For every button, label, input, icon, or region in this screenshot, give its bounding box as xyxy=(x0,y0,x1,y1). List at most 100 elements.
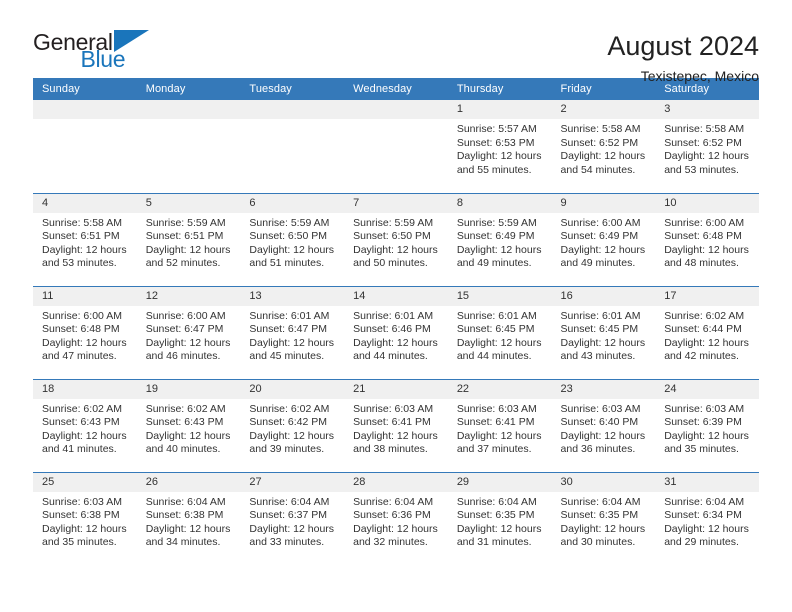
sunset-text: Sunset: 6:51 PM xyxy=(42,230,120,243)
daylight-text-line2: and 29 minutes. xyxy=(664,536,739,549)
calendar-day-cell[interactable]: 5 Sunrise: 5:59 AM Sunset: 6:51 PM Dayli… xyxy=(136,192,241,286)
daylight-text-line1: Daylight: 12 hours xyxy=(560,522,646,535)
sunrise-text: Sunrise: 6:03 AM xyxy=(664,402,745,415)
calendar-day-cell[interactable]: 7 Sunrise: 5:59 AM Sunset: 6:50 PM Dayli… xyxy=(344,192,448,286)
day-details: Sunrise: 5:59 AM Sunset: 6:50 PM Dayligh… xyxy=(240,213,344,271)
daylight-text-line2: and 48 minutes. xyxy=(664,257,739,270)
day-number: 27 xyxy=(240,472,345,492)
daylight-text-line1: Daylight: 12 hours xyxy=(560,429,646,442)
sunrise-text: Sunrise: 6:04 AM xyxy=(456,495,537,508)
calendar-day-cell[interactable]: 13 Sunrise: 6:01 AM Sunset: 6:47 PM Dayl… xyxy=(240,285,345,379)
calendar-day-cell[interactable]: 3 Sunrise: 5:58 AM Sunset: 6:52 PM Dayli… xyxy=(655,100,759,193)
sunset-text: Sunset: 6:47 PM xyxy=(145,323,224,336)
sunset-text: Sunset: 6:34 PM xyxy=(664,509,742,522)
sunrise-text: Sunrise: 6:03 AM xyxy=(456,402,537,415)
sunset-text: Sunset: 6:35 PM xyxy=(560,509,639,522)
calendar-day-cell[interactable]: 24 Sunrise: 6:03 AM Sunset: 6:39 PM Dayl… xyxy=(655,378,759,472)
daylight-text-line1: Daylight: 12 hours xyxy=(249,336,335,349)
day-number: 12 xyxy=(136,286,241,306)
sunset-text: Sunset: 6:45 PM xyxy=(560,323,639,336)
sunrise-text: Sunrise: 6:04 AM xyxy=(560,495,641,508)
daylight-text-line2: and 42 minutes. xyxy=(664,350,739,363)
day-number: 23 xyxy=(551,379,656,399)
daylight-text-line2: and 41 minutes. xyxy=(42,443,117,456)
calendar-day-cell[interactable]: 11 Sunrise: 6:00 AM Sunset: 6:48 PM Dayl… xyxy=(33,285,137,379)
day-details: Sunrise: 6:00 AM Sunset: 6:48 PM Dayligh… xyxy=(655,213,759,271)
calendar-day-cell[interactable]: 15 Sunrise: 6:01 AM Sunset: 6:45 PM Dayl… xyxy=(447,285,552,379)
calendar-day-cell[interactable]: 12 Sunrise: 6:00 AM Sunset: 6:47 PM Dayl… xyxy=(136,285,241,379)
general-blue-logo[interactable]: General Blue xyxy=(33,28,149,71)
daylight-text-line1: Daylight: 12 hours xyxy=(456,336,542,349)
daylight-text-line1: Daylight: 12 hours xyxy=(145,522,231,535)
day-number: 5 xyxy=(136,193,241,213)
calendar-day-cell[interactable]: 6 Sunrise: 5:59 AM Sunset: 6:50 PM Dayli… xyxy=(240,192,345,286)
weekday-header-wednesday: Wednesday xyxy=(344,78,448,100)
title-block: August 2024 Texistepec, Mexico xyxy=(607,28,759,86)
day-number: 1 xyxy=(447,100,552,119)
calendar-day-cell[interactable]: 21 Sunrise: 6:03 AM Sunset: 6:41 PM Dayl… xyxy=(344,378,448,472)
calendar-day-cell[interactable]: 25 Sunrise: 6:03 AM Sunset: 6:38 PM Dayl… xyxy=(33,471,137,565)
day-number: 20 xyxy=(240,379,345,399)
calendar-day-cell[interactable]: 22 Sunrise: 6:03 AM Sunset: 6:41 PM Dayl… xyxy=(447,378,552,472)
daylight-text-line1: Daylight: 12 hours xyxy=(664,150,749,163)
calendar-day-cell[interactable]: 28 Sunrise: 6:04 AM Sunset: 6:36 PM Dayl… xyxy=(344,471,448,565)
calendar-day-cell[interactable]: 14 Sunrise: 6:01 AM Sunset: 6:46 PM Dayl… xyxy=(344,285,448,379)
sunrise-text: Sunrise: 6:02 AM xyxy=(42,402,122,415)
calendar-day-cell[interactable]: 19 Sunrise: 6:02 AM Sunset: 6:43 PM Dayl… xyxy=(136,378,241,472)
day-details xyxy=(137,119,241,123)
calendar-day-cell[interactable]: 27 Sunrise: 6:04 AM Sunset: 6:37 PM Dayl… xyxy=(240,471,345,565)
daylight-text-line1: Daylight: 12 hours xyxy=(456,429,542,442)
daylight-text-line2: and 34 minutes. xyxy=(145,536,221,549)
calendar-day-cell[interactable]: 30 Sunrise: 6:04 AM Sunset: 6:35 PM Dayl… xyxy=(551,471,656,565)
sunrise-text: Sunrise: 6:00 AM xyxy=(560,216,641,229)
calendar-day-cell[interactable]: 18 Sunrise: 6:02 AM Sunset: 6:43 PM Dayl… xyxy=(33,378,137,472)
calendar-day-cell[interactable]: 10 Sunrise: 6:00 AM Sunset: 6:48 PM Dayl… xyxy=(655,192,759,286)
calendar-week-row: 18 Sunrise: 6:02 AM Sunset: 6:43 PM Dayl… xyxy=(33,378,759,472)
calendar-day-cell[interactable]: 4 Sunrise: 5:58 AM Sunset: 6:51 PM Dayli… xyxy=(33,192,137,286)
calendar-day-cell[interactable]: 20 Sunrise: 6:02 AM Sunset: 6:42 PM Dayl… xyxy=(240,378,345,472)
sunset-text: Sunset: 6:43 PM xyxy=(145,416,224,429)
day-details: Sunrise: 6:00 AM Sunset: 6:48 PM Dayligh… xyxy=(33,306,137,364)
daylight-text-line1: Daylight: 12 hours xyxy=(42,429,127,442)
calendar-day-cell[interactable]: 29 Sunrise: 6:04 AM Sunset: 6:35 PM Dayl… xyxy=(447,471,552,565)
daylight-text-line1: Daylight: 12 hours xyxy=(42,522,127,535)
calendar-day-cell[interactable]: 26 Sunrise: 6:04 AM Sunset: 6:38 PM Dayl… xyxy=(136,471,241,565)
day-details: Sunrise: 6:02 AM Sunset: 6:43 PM Dayligh… xyxy=(33,399,137,457)
day-number: 28 xyxy=(344,472,448,492)
sunset-text: Sunset: 6:53 PM xyxy=(456,136,535,149)
daylight-text-line1: Daylight: 12 hours xyxy=(145,243,231,256)
sunset-text: Sunset: 6:49 PM xyxy=(456,230,535,243)
day-number: 17 xyxy=(655,286,759,306)
calendar-day-cell[interactable]: 8 Sunrise: 5:59 AM Sunset: 6:49 PM Dayli… xyxy=(447,192,552,286)
sunrise-text: Sunrise: 6:04 AM xyxy=(249,495,330,508)
calendar-day-cell[interactable]: 2 Sunrise: 5:58 AM Sunset: 6:52 PM Dayli… xyxy=(551,100,656,193)
sunrise-text: Sunrise: 6:01 AM xyxy=(353,309,434,322)
sunset-text: Sunset: 6:44 PM xyxy=(664,323,742,336)
sunset-text: Sunset: 6:41 PM xyxy=(456,416,535,429)
calendar-week-row: 4 Sunrise: 5:58 AM Sunset: 6:51 PM Dayli… xyxy=(33,192,759,286)
calendar-day-cell[interactable]: 17 Sunrise: 6:02 AM Sunset: 6:44 PM Dayl… xyxy=(655,285,759,379)
sunset-text: Sunset: 6:51 PM xyxy=(145,230,224,243)
day-details: Sunrise: 6:03 AM Sunset: 6:41 PM Dayligh… xyxy=(344,399,448,457)
day-number: 24 xyxy=(655,379,759,399)
calendar-day-cell[interactable]: 16 Sunrise: 6:01 AM Sunset: 6:45 PM Dayl… xyxy=(551,285,656,379)
day-details: Sunrise: 6:04 AM Sunset: 6:34 PM Dayligh… xyxy=(655,492,759,550)
daylight-text-line2: and 36 minutes. xyxy=(560,443,636,456)
sunset-text: Sunset: 6:39 PM xyxy=(664,416,742,429)
day-details: Sunrise: 6:04 AM Sunset: 6:36 PM Dayligh… xyxy=(344,492,448,550)
sunrise-text: Sunrise: 5:58 AM xyxy=(560,123,641,135)
day-details: Sunrise: 5:59 AM Sunset: 6:50 PM Dayligh… xyxy=(344,213,448,271)
weekday-header-tuesday: Tuesday xyxy=(240,78,345,100)
calendar-day-cell[interactable]: 23 Sunrise: 6:03 AM Sunset: 6:40 PM Dayl… xyxy=(551,378,656,472)
calendar-day-cell[interactable]: 1 Sunrise: 5:57 AM Sunset: 6:53 PM Dayli… xyxy=(447,100,552,193)
calendar-day-cell[interactable]: 31 Sunrise: 6:04 AM Sunset: 6:34 PM Dayl… xyxy=(655,471,759,565)
sunrise-text: Sunrise: 6:03 AM xyxy=(42,495,122,508)
daylight-text-line1: Daylight: 12 hours xyxy=(456,522,542,535)
day-details: Sunrise: 6:01 AM Sunset: 6:45 PM Dayligh… xyxy=(552,306,656,364)
daylight-text-line2: and 45 minutes. xyxy=(249,350,325,363)
calendar-day-cell[interactable]: 9 Sunrise: 6:00 AM Sunset: 6:49 PM Dayli… xyxy=(551,192,656,286)
daylight-text-line2: and 35 minutes. xyxy=(42,536,117,549)
sunrise-text: Sunrise: 6:00 AM xyxy=(145,309,226,322)
calendar-day-cell xyxy=(33,100,137,193)
sunset-text: Sunset: 6:37 PM xyxy=(249,509,328,522)
